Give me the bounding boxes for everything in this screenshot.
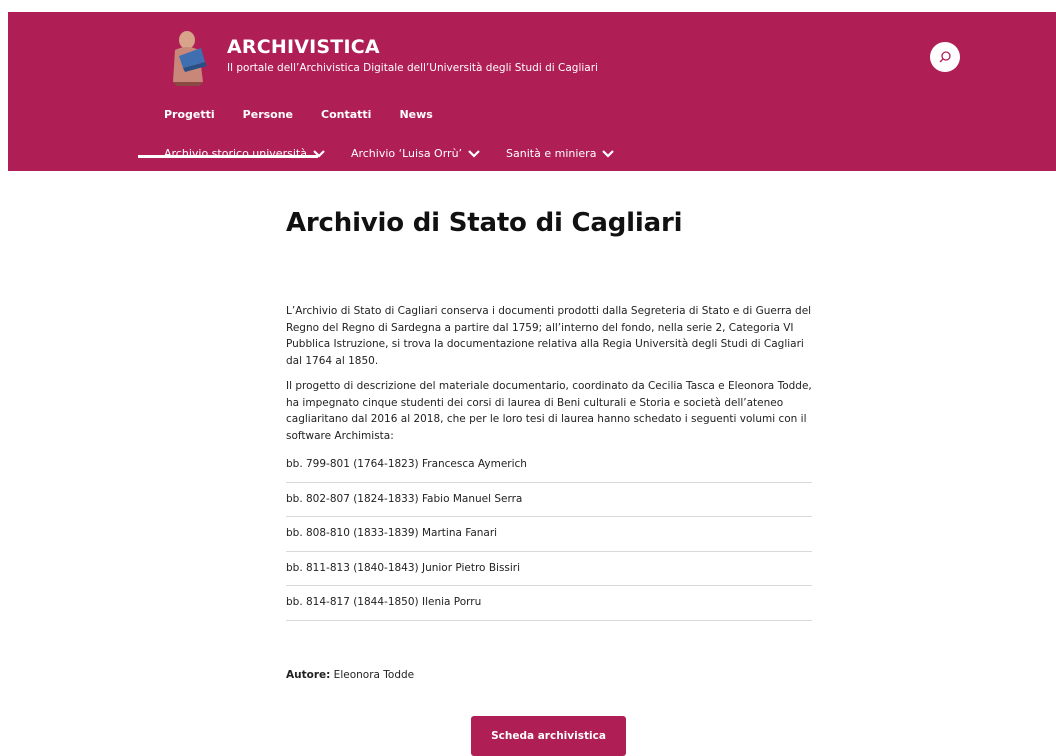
- secondary-nav: Archivio storico università Archivio ‘Lu…: [164, 147, 640, 160]
- active-nav-indicator: [138, 155, 318, 158]
- scheda-archivistica-button[interactable]: Scheda archivistica: [471, 716, 626, 756]
- nav-archivio-storico-dropdown[interactable]: Archivio storico università: [164, 147, 325, 160]
- search-button[interactable]: [930, 42, 960, 72]
- list-item: bb. 811-813 (1840-1843) Junior Pietro Bi…: [286, 560, 812, 586]
- nav-news[interactable]: News: [399, 108, 432, 121]
- nav-progetti[interactable]: Progetti: [164, 108, 215, 121]
- nav-archivio-luisa-orru-dropdown[interactable]: Archivio ‘Luisa Orrù’: [351, 147, 480, 160]
- chevron-down-icon: [602, 149, 615, 158]
- site-title[interactable]: ARCHIVISTICA: [227, 36, 380, 58]
- nav-archivio-storico-label: Archivio storico università: [164, 147, 307, 160]
- nav-contatti[interactable]: Contatti: [321, 108, 371, 121]
- list-item: bb. 808-810 (1833-1839) Martina Fanari: [286, 525, 812, 552]
- author-name: Eleonora Todde: [330, 669, 415, 681]
- site-subtitle: Il portale dell’Archivistica Digitale de…: [227, 62, 598, 74]
- paragraph: Il progetto di descrizione del materiale…: [286, 380, 812, 442]
- nav-sanita-miniera-dropdown[interactable]: Sanità e miniera: [506, 147, 615, 160]
- primary-nav: Progetti Persone Contatti News: [164, 108, 461, 121]
- nav-persone[interactable]: Persone: [243, 108, 293, 121]
- paragraph: L’Archivio di Stato di Cagliari conserva…: [286, 305, 812, 367]
- logo-icon[interactable]: [165, 28, 213, 86]
- chevron-down-icon: [468, 149, 480, 158]
- author-label: Autore:: [286, 669, 331, 681]
- list-item: bb. 814-817 (1844-1850) Ilenia Porru: [286, 594, 812, 621]
- author-line: Autore: Eleonora Todde: [286, 669, 414, 681]
- nav-archivio-luisa-orru-label: Archivio ‘Luisa Orrù’: [350, 147, 463, 160]
- volume-list: bb. 799-801 (1764-1823) Francesca Aymeri…: [286, 456, 812, 621]
- site-header: ARCHIVISTICA Il portale dell’Archivistic…: [8, 12, 1056, 171]
- page-title: Archivio di Stato di Cagliari: [286, 208, 683, 238]
- nav-sanita-miniera-label: Sanità e miniera: [506, 147, 597, 160]
- list-item: bb. 802-807 (1824-1833) Fabio Manuel Ser…: [286, 491, 812, 517]
- article-body: L’Archivio di Stato di Cagliari conserva…: [286, 303, 812, 629]
- list-item: bb. 799-801 (1764-1823) Francesca Aymeri…: [286, 456, 812, 483]
- search-icon: [939, 51, 951, 63]
